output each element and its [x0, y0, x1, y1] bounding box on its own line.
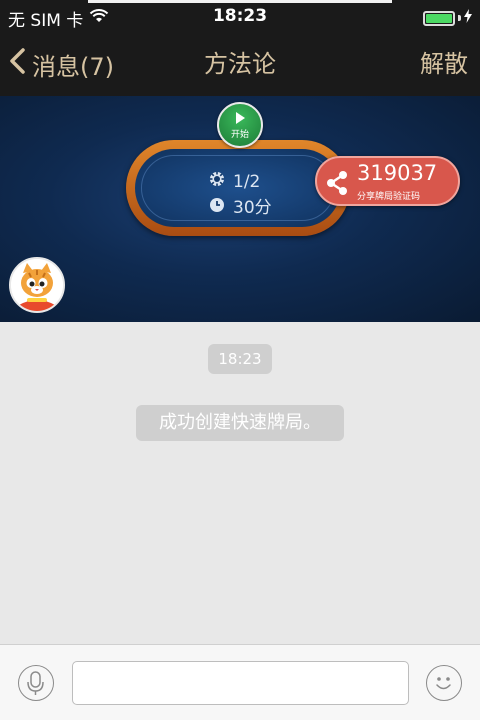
players-row: 1/2: [209, 169, 272, 195]
back-button[interactable]: 消息(7): [8, 32, 114, 96]
message-input[interactable]: [72, 661, 409, 705]
voice-button[interactable]: [18, 665, 54, 701]
share-icon: [325, 170, 349, 200]
game-table-area: 1/2 30分 开始 319037 分享牌局验证码: [0, 96, 480, 322]
system-message: 成功创建快速牌局。: [136, 405, 344, 441]
message-timestamp: 18:23: [208, 344, 272, 374]
share-code-button[interactable]: 319037 分享牌局验证码: [315, 156, 460, 206]
players-count: 1/2: [233, 172, 261, 192]
chat-area: 18:23 成功创建快速牌局。: [0, 322, 480, 644]
status-top-line: [88, 0, 392, 3]
status-bar: 无 SIM 卡 18:23: [0, 0, 480, 32]
input-bar: [0, 644, 480, 720]
status-time: 18:23: [212, 6, 268, 26]
verification-code: 319037: [357, 161, 438, 185]
microphone-icon: [27, 671, 44, 695]
start-label: 开始: [230, 130, 249, 140]
duration-value: 30分: [233, 198, 272, 218]
table-info: 1/2 30分: [209, 169, 272, 221]
smiley-icon: [436, 677, 451, 690]
duration-row: 30分: [209, 195, 272, 221]
chip-icon: [209, 169, 225, 195]
battery-indicator: [423, 8, 472, 28]
chevron-left-icon: [8, 47, 26, 81]
battery-icon: [423, 10, 455, 26]
emoji-button[interactable]: [426, 665, 462, 701]
clock-icon: [209, 195, 225, 221]
share-caption: 分享牌局验证码: [357, 192, 421, 202]
charging-icon: [464, 8, 472, 28]
start-game-button[interactable]: 开始: [217, 102, 263, 148]
avatar[interactable]: [9, 257, 65, 313]
back-label: 消息(7): [32, 52, 114, 81]
dissolve-button[interactable]: 解散: [420, 32, 468, 96]
cat-avatar-icon: [11, 259, 63, 311]
nav-bar: 消息(7) 方法论 解散: [0, 32, 480, 96]
